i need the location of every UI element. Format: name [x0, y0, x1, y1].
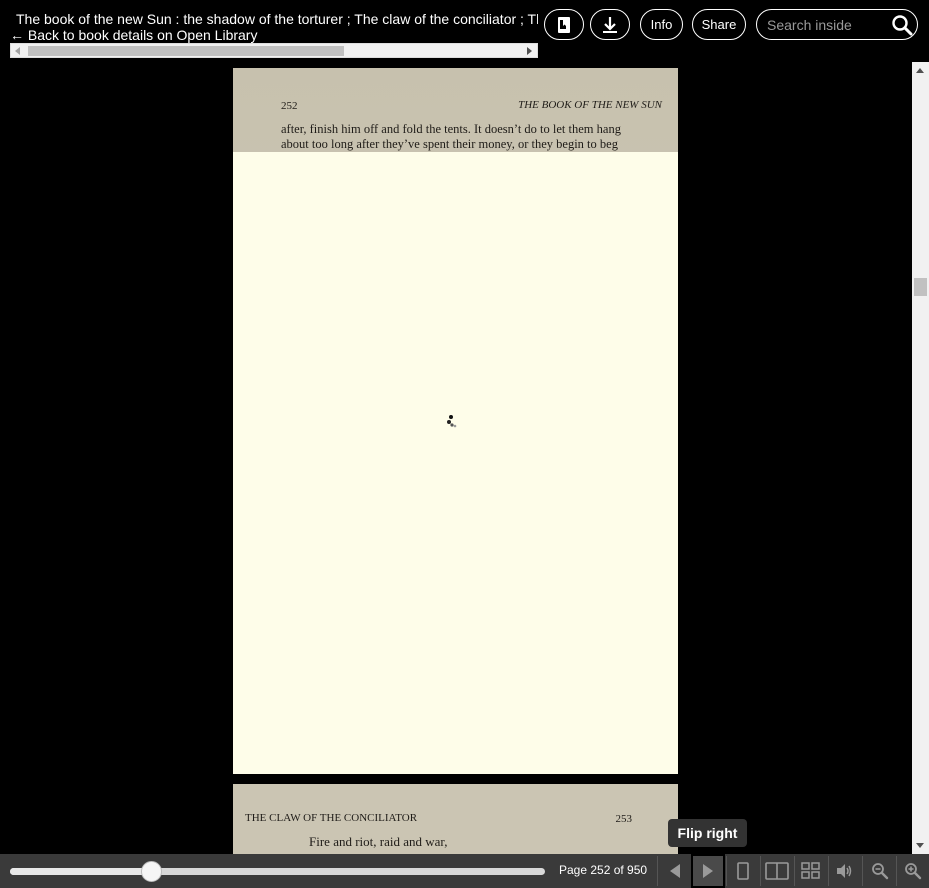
download-icon	[603, 16, 617, 33]
share-button[interactable]: Share	[692, 9, 746, 40]
page-slider-fill	[10, 868, 152, 875]
search-inside-input[interactable]	[767, 16, 887, 34]
book-page-253[interactable]: THE CLAW OF THE CONCILIATOR 253 Fire and…	[233, 784, 678, 854]
bookmark-page-icon	[558, 16, 570, 33]
speaker-icon	[837, 864, 852, 878]
triangle-right-icon	[703, 864, 713, 878]
page-number: 253	[615, 813, 633, 825]
page-loading-area	[233, 152, 678, 774]
running-head: THE BOOK OF THE NEW SUN	[518, 99, 662, 111]
page-slider[interactable]	[10, 861, 545, 882]
zoom-out-icon	[872, 863, 889, 880]
title-horizontal-scrollbar[interactable]	[10, 43, 538, 58]
page-text-line: about too long after they’ve spent their…	[281, 137, 618, 151]
page-slider-handle[interactable]	[141, 861, 162, 882]
zoom-in-icon	[905, 863, 922, 880]
bookmark-page-button[interactable]	[544, 9, 584, 40]
thumbnail-view-button[interactable]	[794, 854, 828, 888]
running-head: THE CLAW OF THE CONCILIATOR	[245, 812, 418, 824]
book-page-252[interactable]: 252 THE BOOK OF THE NEW SUN after, finis…	[233, 68, 678, 774]
scroll-up-arrow-icon[interactable]	[916, 68, 924, 73]
page-indicator: Page 252 of 950	[559, 863, 648, 877]
scrollbar-thumb[interactable]	[28, 46, 344, 56]
triangle-left-icon	[670, 864, 680, 878]
flip-left-button[interactable]	[658, 854, 692, 888]
back-to-book-details-link[interactable]: ← Back to book details on Open Library	[10, 26, 257, 44]
two-page-icon	[765, 862, 789, 880]
scroll-left-arrow-icon[interactable]	[15, 47, 20, 55]
loading-spinner-icon	[447, 415, 457, 428]
header-bar: The book of the new Sun : the shadow of …	[0, 0, 929, 62]
info-button[interactable]: Info	[640, 9, 683, 40]
page-number: 252	[281, 100, 298, 112]
search-inside-box	[756, 9, 918, 40]
viewer-vertical-scrollbar[interactable]	[912, 62, 929, 854]
read-aloud-button[interactable]	[828, 854, 862, 888]
book-viewer[interactable]: 252 THE BOOK OF THE NEW SUN after, finis…	[0, 62, 912, 854]
zoom-out-button[interactable]	[863, 854, 897, 888]
search-icon[interactable]	[891, 14, 913, 36]
page-text-line: Fire and riot, raid and war,	[309, 834, 448, 849]
one-page-view-button[interactable]	[726, 854, 760, 888]
scroll-right-arrow-icon[interactable]	[527, 47, 532, 55]
flip-right-button[interactable]	[691, 854, 725, 888]
two-page-view-button[interactable]	[760, 854, 794, 888]
single-page-icon	[737, 862, 749, 880]
page-text-line: after, finish him off and fold the tents…	[281, 122, 621, 136]
bottom-navbar: Page 252 of 950	[0, 854, 929, 888]
download-button[interactable]	[590, 9, 630, 40]
scrollbar-thumb[interactable]	[914, 278, 927, 296]
flip-right-tooltip: Flip right	[668, 819, 747, 847]
scroll-down-arrow-icon[interactable]	[916, 843, 924, 848]
zoom-in-button[interactable]	[896, 854, 929, 888]
grid-icon	[801, 862, 820, 879]
